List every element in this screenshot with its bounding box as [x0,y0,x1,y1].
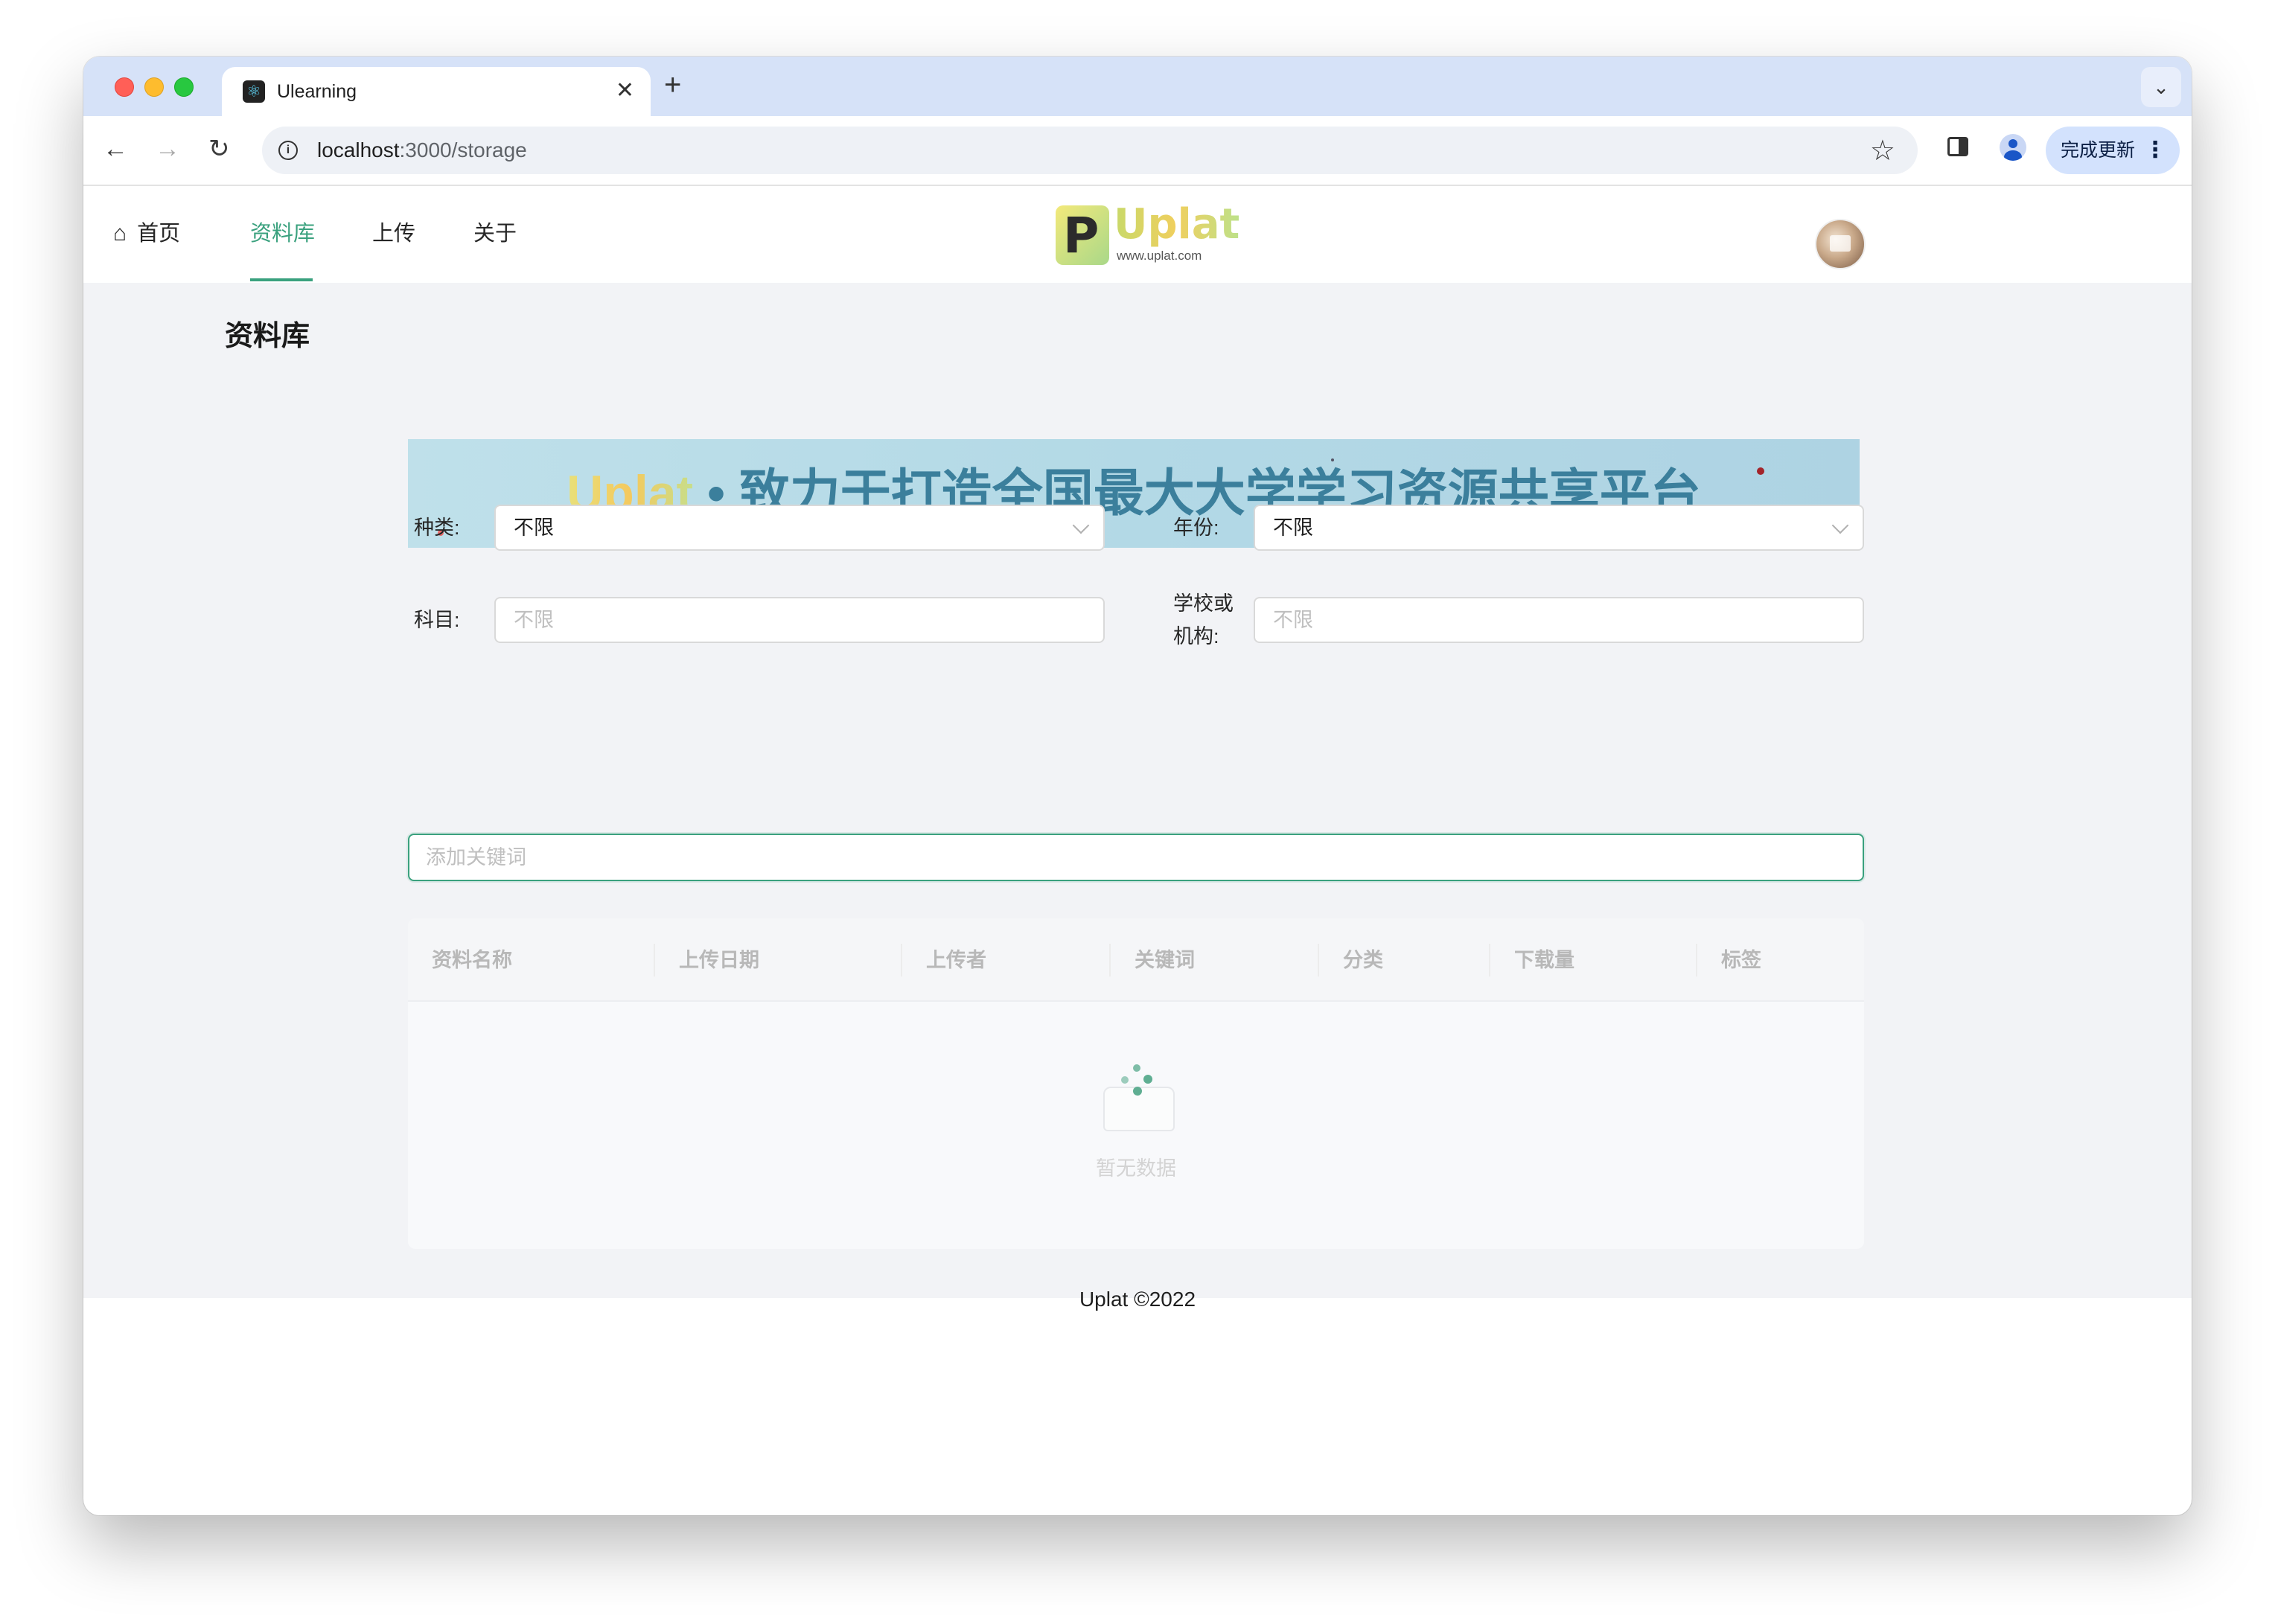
empty-dot [1143,1075,1152,1084]
more-menu-icon[interactable]: ⋮ [2144,127,2166,174]
logo-wordmark: Uplat [1114,200,1240,249]
logo-badge: P [1056,205,1109,265]
profile-icon[interactable] [2000,134,2026,161]
browser-window: ⚛ Ulearning ✕ + ⌄ ← → ↻ i localhost:3000… [83,57,2192,1515]
nav-home[interactable]: ⌂ 首页 [113,220,180,247]
footer-copyright: Uplat ©2022 [1079,1288,1196,1311]
browser-tab[interactable]: ⚛ Ulearning ✕ [222,67,651,116]
column-divider [1696,944,1697,976]
table-header: 资料名称 上传日期 上传者 关键词 分类 下载量 标签 [408,918,1864,1002]
tab-search-dropdown-icon[interactable]: ⌄ [2141,67,2181,107]
url-host: localhost [317,138,400,162]
chevron-down-icon [1072,517,1090,534]
category-select-value: 不限 [514,517,554,539]
school-input[interactable]: 不限 [1254,597,1864,643]
column-header[interactable]: 资料名称 [432,945,512,975]
nav-upload[interactable]: 上传 [372,220,415,247]
school-label-line1: 学校或 [1173,592,1234,615]
nav-about[interactable]: 关于 [473,220,517,247]
column-header[interactable]: 上传者 [926,945,986,975]
new-tab-button[interactable]: + [664,70,681,100]
bookmark-star-icon[interactable]: ☆ [1870,134,1895,167]
column-header[interactable]: 关键词 [1135,945,1195,975]
url-path: :3000/storage [399,138,527,162]
logo-badge-letter: P [1063,207,1100,264]
reload-icon[interactable]: ↻ [208,134,230,164]
empty-box-icon [1100,1064,1175,1131]
empty-dot [1121,1076,1129,1084]
column-header[interactable]: 下载量 [1514,945,1574,975]
school-label-line2: 机构: [1173,625,1219,648]
active-nav-underline [250,278,313,281]
column-divider [1489,944,1490,976]
side-panel-icon[interactable] [1947,137,1968,156]
tab-title: Ulearning [277,81,357,102]
main-content: 资料库 Uplat • 致力于打造全国最大大学学习资源共享平台 种类: 不限 年… [83,283,2192,1311]
page-title: 资料库 [225,321,310,352]
subject-input[interactable]: 不限 [494,597,1105,643]
resource-table: 资料名称 上传日期 上传者 关键词 分类 下载量 标签 暂无数据 [408,918,1864,1249]
column-divider [1109,944,1111,976]
column-header[interactable]: 分类 [1343,945,1383,975]
column-header[interactable]: 标签 [1721,945,1761,975]
empty-state-text: 暂无数据 [1096,1157,1176,1180]
user-avatar[interactable] [1815,219,1866,269]
url-text[interactable]: localhost:3000/storage [317,138,527,162]
column-divider [1318,944,1319,976]
keyword-input[interactable]: 添加关键词 [408,834,1864,881]
forward-arrow-icon[interactable]: → [155,134,180,164]
site-info-icon[interactable]: i [278,141,298,160]
chevron-down-icon [1831,517,1849,534]
column-divider [654,944,655,976]
react-favicon-icon: ⚛ [243,80,265,103]
column-header[interactable]: 上传日期 [679,945,759,975]
empty-dot [1133,1087,1142,1096]
year-select[interactable]: 不限 [1254,505,1864,551]
maximize-window-button[interactable] [174,77,194,97]
tab-close-icon[interactable]: ✕ [616,77,634,104]
app-header: ⌂ 首页 资料库 上传 关于 P Uplat www.uplat.com [83,186,2192,283]
category-label: 种类: [414,517,460,539]
column-divider [901,944,902,976]
uplat-logo[interactable]: P Uplat www.uplat.com [1056,202,1239,269]
home-icon: ⌂ [113,221,127,246]
subject-label: 科目: [414,609,460,631]
address-bar[interactable]: i localhost:3000/storage ☆ [262,127,1918,174]
nav-library[interactable]: 资料库 [250,220,315,247]
category-select[interactable]: 不限 [494,505,1105,551]
year-select-value: 不限 [1273,517,1313,539]
back-arrow-icon[interactable]: ← [103,134,128,164]
empty-dot [1133,1064,1140,1072]
nav-home-label: 首页 [137,222,181,246]
browser-toolbar: ← → ↻ i localhost:3000/storage ☆ 完成更新 ⋮ [83,116,2192,186]
minimize-window-button[interactable] [144,77,164,97]
logo-url: www.uplat.com [1117,249,1202,263]
close-window-button[interactable] [115,77,134,97]
update-button[interactable]: 完成更新 ⋮ [2046,127,2180,174]
year-label: 年份: [1173,517,1219,539]
tab-strip: ⚛ Ulearning ✕ + ⌄ [83,57,2192,116]
update-label: 完成更新 [2061,140,2136,161]
